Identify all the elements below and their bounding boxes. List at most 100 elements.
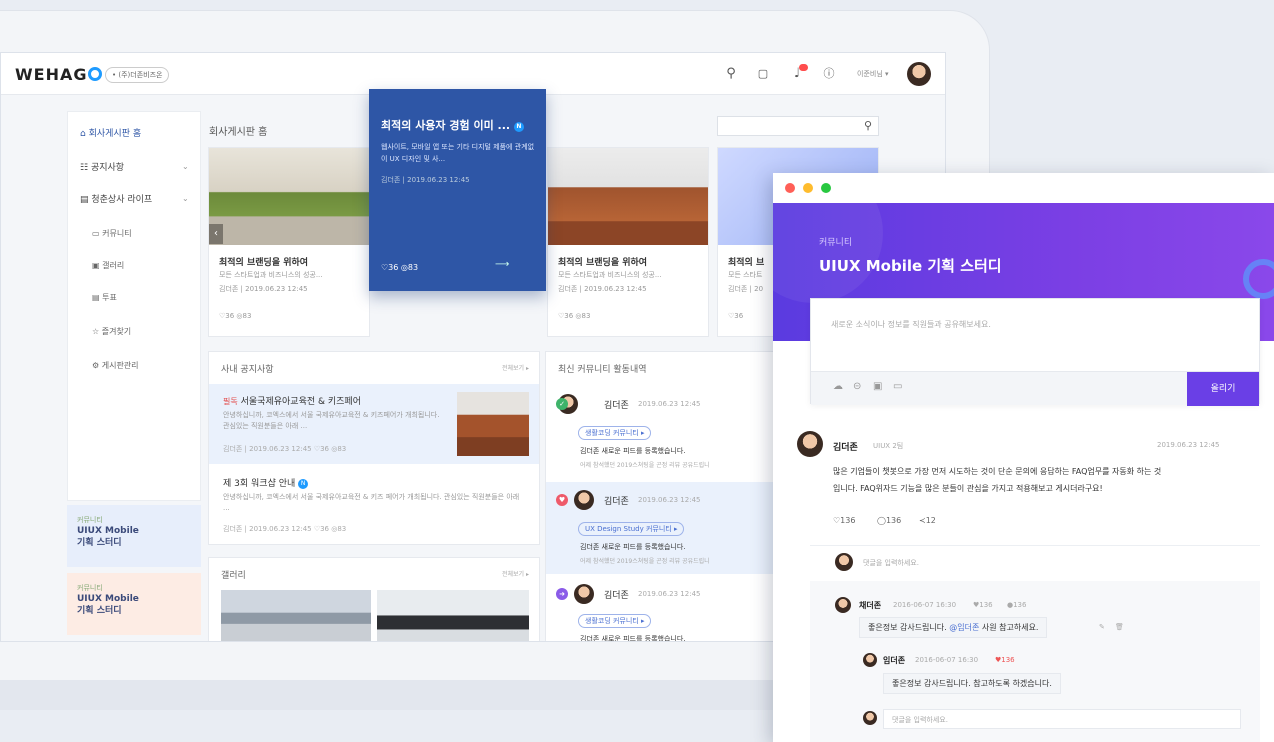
activity-time: 2019.06.23 12:45 (638, 590, 701, 598)
post-meta: 김더존 | 2019.06.23 12:45 (219, 285, 308, 293)
post-card[interactable]: 최적의 브랜딩을 위하여 모든 스타트업과 비즈니스의 성공... 김더존 | … (547, 147, 709, 337)
sidebar-item-life[interactable]: ▤ 청춘상사 라이프 (80, 192, 152, 205)
avatar (574, 490, 594, 510)
search-input[interactable]: ⚲ (717, 116, 879, 136)
sidebar-item-community[interactable]: ▭ 커뮤니티 (92, 228, 132, 239)
reply-input[interactable]: 댓글을 입력하세요. (883, 709, 1241, 729)
post-time: 2019.06.23 12:45 (1157, 441, 1220, 449)
sidebar-item-favorites[interactable]: ☆ 즐겨찾기 (92, 326, 131, 337)
panel-title: 갤러리 (221, 571, 246, 581)
close-icon[interactable] (785, 183, 795, 193)
composer-input[interactable]: 새로운 소식이나 정보를 직원들과 공유해보세요. (831, 319, 991, 330)
notice-panel: 사내 공지사항 전체보기 ▸ 필독 서울국제유아교육전 & 키즈페어 안녕하십니… (208, 351, 540, 545)
notice-title: 서울국제유아교육전 & 키즈페어 (240, 397, 361, 407)
activity-time: 2019.06.23 12:45 (638, 400, 701, 408)
sidebar: ⌂ 회사게시판 홈 ☷ 공지사항 ⌄ ▤ 청춘상사 라이프 ⌄ ▭ 커뮤니티 ▣… (67, 111, 201, 501)
post-button[interactable]: 올리기 (1187, 372, 1259, 406)
gallery-image[interactable] (221, 590, 371, 641)
reply-bubble: 좋은정보 감사드립니다. 참고하도록 하겠습니다. (883, 673, 1061, 694)
user-menu[interactable]: 이준비님 ▾ (857, 69, 889, 79)
sidebar-item-vote[interactable]: ▤ 투표 (92, 292, 117, 303)
view-all-link[interactable]: 전체보기 ▸ (502, 363, 529, 372)
post-title: 최적의 브랜딩을 위하여 (558, 258, 648, 268)
sidebar-item-label: 게시판관리 (101, 361, 139, 370)
sidebar-item-label: 공지사항 (90, 163, 125, 173)
featured-title: 최적의 사용자 경험 이미 ... (381, 119, 511, 132)
post-thumbnail (548, 148, 708, 245)
reply-bubble: 좋은정보 감사드립니다. @임더존 사원 참고하세요. (859, 617, 1048, 638)
sidebar-item-home[interactable]: ⌂ 회사게시판 홈 (80, 126, 141, 139)
post-author[interactable]: 김더존 (833, 440, 858, 453)
reply-text: 사원 참고하세요. (981, 623, 1039, 632)
view-all-link[interactable]: 전체보기 ▸ (502, 569, 529, 578)
sidebar-item-board-admin[interactable]: ⚙ 게시판관리 (92, 360, 139, 371)
image-icon[interactable]: ▣ (873, 381, 882, 392)
reply-author[interactable]: 채더존 (859, 600, 881, 611)
reply-likes[interactable]: ♥136 (995, 656, 1015, 664)
sidebar-item-label: 투표 (102, 293, 117, 302)
company-selector[interactable]: • (주)더존비즈온 (105, 67, 170, 83)
avatar[interactable] (907, 62, 931, 86)
delete-icon[interactable]: 🗑 (1115, 623, 1124, 631)
message-icon[interactable]: ▢ (755, 66, 771, 82)
sidebar-item-label: 회사게시판 홈 (88, 129, 142, 139)
page-title: 회사게시판 홈 (209, 127, 268, 138)
heart-icon: ♥ (556, 494, 568, 506)
sidebar-item-label: 청춘상사 라이프 (91, 195, 153, 205)
list-item[interactable]: 필독 서울국제유아교육전 & 키즈페어 안녕하십니까, 코엑스에서 서울 국제유… (209, 384, 539, 464)
search-icon[interactable]: ⚲ (723, 66, 739, 82)
help-icon[interactable]: ⓘ (821, 66, 837, 82)
gallery-image[interactable] (377, 590, 529, 641)
chevron-down-icon[interactable]: ⌄ (182, 194, 189, 203)
maximize-icon[interactable] (821, 183, 831, 193)
community-tag[interactable]: 생활코딩 커뮤니티 ▸ (578, 426, 652, 440)
sidebar-item-gallery[interactable]: ▣ 갤러리 (92, 260, 124, 271)
post-card[interactable]: ‹ 최적의 브랜딩을 위하여 모든 스타트업과 비즈니스의 성공... 김더존 … (208, 147, 370, 337)
card-title: UIUX Mobile (77, 526, 139, 536)
share-button[interactable]: ≺12 (919, 516, 936, 525)
featured-post-card[interactable]: 최적의 사용자 경험 이미 ... N 웹사이트, 모바일 앱 또는 기타 디지… (369, 89, 546, 291)
community-shortcut-card[interactable]: 커뮤니티 UIUX Mobile 기획 스터디 (67, 573, 201, 635)
minimize-icon[interactable] (803, 183, 813, 193)
avatar (863, 653, 877, 667)
community-category: 커뮤니티 (819, 238, 853, 248)
arrow-right-icon[interactable]: ⟶ (495, 259, 509, 270)
search-icon[interactable]: ⚲ (864, 119, 872, 132)
reply-comments[interactable]: ●136 (1007, 601, 1026, 609)
card-title: UIUX Mobile (77, 594, 139, 604)
activity-summary: 어제 참석했던 2019스쳐팅을 곤정 리뷰 공유드립니 (580, 462, 710, 469)
activity-author: 김더존 (604, 401, 629, 411)
reply-likes[interactable]: ♥136 (973, 601, 993, 609)
sidebar-item-label: 커뮤니티 (102, 229, 132, 238)
activity-text: 김더존 새로운 피드를 등록했습니다. (580, 447, 686, 455)
comment-input[interactable]: 댓글을 입력하세요. (863, 558, 919, 568)
list-item[interactable]: ♥ 김더존 2019.06.23 12:45 UX Design Study 커… (546, 482, 784, 574)
notice-title-row: 제 3회 워크샵 안내 N (223, 476, 309, 489)
window-titlebar (773, 173, 1274, 203)
list-item[interactable]: ✓ 김더존 2019.06.23 12:45 생활코딩 커뮤니티 ▸ 김더존 새… (546, 386, 784, 478)
chevron-left-icon[interactable]: ‹ (209, 224, 223, 244)
community-tag[interactable]: 생활코딩 커뮤니티 ▸ (578, 614, 652, 628)
mention-link[interactable]: @임더존 (949, 623, 979, 632)
sidebar-item-label: 갤러리 (102, 261, 125, 270)
list-item[interactable]: 제 3회 워크샵 안내 N 안녕하십니까, 코엑스에서 서울 국제유아교육전 &… (209, 468, 539, 544)
cloud-icon[interactable]: ☁ (833, 381, 843, 392)
avatar (835, 597, 851, 613)
comment-button[interactable]: ◯136 (877, 516, 901, 525)
logo[interactable]: WEHAG (15, 65, 103, 84)
link-icon[interactable]: ⊝ (853, 381, 861, 392)
post-composer[interactable]: 새로운 소식이나 정보를 직원들과 공유해보세요. ☁ ⊝ ▣ ▭ 올리기 (810, 298, 1260, 406)
card-title: 기획 스터디 (77, 606, 122, 616)
video-icon[interactable]: ▭ (893, 381, 902, 392)
must-read-badge: 필독 (223, 397, 238, 406)
sidebar-item-notice[interactable]: ☷ 공지사항 (80, 160, 124, 173)
arrow-icon: ➜ (556, 588, 568, 600)
notice-meta: 김더존 | 2019.06.23 12:45 ♡36 ◎83 (223, 525, 347, 533)
list-item[interactable]: ➜ 김더존 2019.06.23 12:45 생활코딩 커뮤니티 ▸ 김더존 새… (546, 576, 784, 641)
edit-icon[interactable]: ✎ (1099, 623, 1105, 631)
chevron-down-icon[interactable]: ⌄ (182, 162, 189, 171)
community-tag[interactable]: UX Design Study 커뮤니티 ▸ (578, 522, 685, 536)
reply-author[interactable]: 임더존 (883, 655, 905, 666)
like-button[interactable]: ♡136 (833, 516, 855, 525)
community-shortcut-card[interactable]: 커뮤니티 UIUX Mobile 기획 스터디 (67, 505, 201, 567)
